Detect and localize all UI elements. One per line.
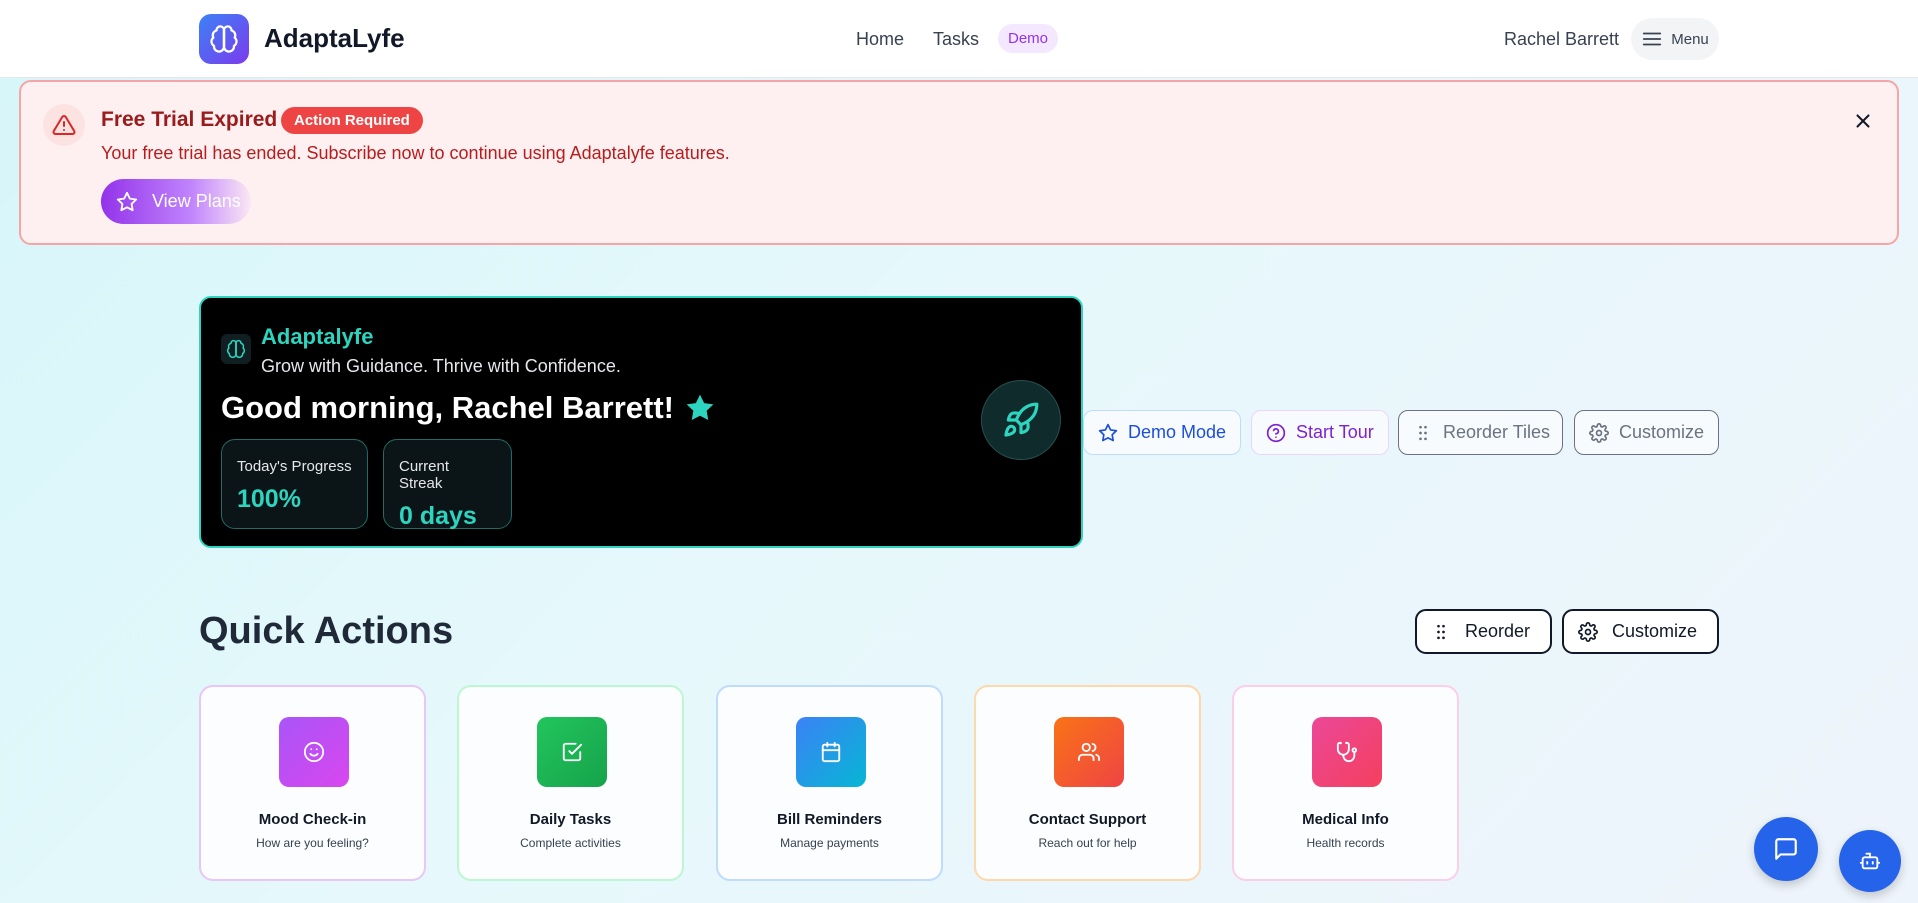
greeting-text: Good morning, Rachel Barrett! — [221, 390, 674, 425]
card-subtitle: Complete activities — [520, 836, 621, 850]
card-title: Bill Reminders — [776, 811, 883, 828]
welcome-hero-card: Adaptalyfe Grow with Guidance. Thrive wi… — [199, 296, 1083, 548]
rocket-icon — [981, 380, 1061, 460]
demo-mode-label: Demo Mode — [1128, 422, 1227, 442]
assistant-bot-button[interactable] — [1839, 830, 1901, 892]
action-required-badge: Action Required — [281, 107, 423, 134]
view-plans-button[interactable]: View Plans — [101, 179, 251, 224]
close-icon[interactable] — [1852, 110, 1876, 134]
card-daily-tasks[interactable]: Daily Tasks Complete activities — [457, 685, 684, 881]
hamburger-icon — [1643, 32, 1662, 46]
card-title: Contact Support — [1028, 811, 1147, 828]
demo-mode-button[interactable]: Demo Mode — [1083, 410, 1241, 455]
current-streak-stat: Current Streak 0 days — [383, 439, 512, 530]
reorder-tiles-label: Reorder Tiles — [1443, 422, 1551, 442]
stat-value: 100% — [237, 485, 301, 513]
brand-name[interactable]: AdaptaLyfe — [264, 23, 405, 54]
stat-label: Today's Progress — [237, 458, 352, 475]
card-subtitle: How are you feeling? — [256, 836, 369, 850]
hero-brand: Adaptalyfe — [261, 324, 374, 349]
user-name[interactable]: Rachel Barrett — [1504, 29, 1619, 50]
menu-button[interactable]: Menu — [1631, 18, 1719, 60]
card-contact-support[interactable]: Contact Support Reach out for help — [974, 685, 1201, 881]
gear-icon — [1589, 422, 1609, 443]
gear-icon — [1578, 621, 1598, 642]
grip-icon — [1437, 624, 1445, 639]
card-medical-info[interactable]: Medical Info Health records — [1232, 685, 1459, 881]
start-tour-label: Start Tour — [1296, 422, 1374, 442]
customize-button[interactable]: Customize — [1574, 410, 1719, 455]
card-bill-reminders[interactable]: Bill Reminders Manage payments — [716, 685, 943, 881]
warning-icon — [43, 104, 85, 146]
card-mood-checkin[interactable]: Mood Check-in How are you feeling? — [199, 685, 426, 881]
reorder-label: Reorder — [1465, 621, 1531, 641]
customize-button[interactable]: Customize — [1562, 609, 1719, 654]
brain-logo-icon — [221, 334, 251, 364]
view-plans-label: View Plans — [152, 191, 241, 211]
customize-label: Customize — [1612, 621, 1698, 641]
nav-home[interactable]: Home — [856, 29, 904, 50]
trial-expired-alert: Free Trial Expired Action Required Your … — [19, 80, 1899, 245]
alert-message: Your free trial has ended. Subscribe now… — [101, 143, 730, 163]
card-title: Daily Tasks — [529, 811, 612, 828]
greeting: Good morning, Rachel Barrett! — [221, 390, 716, 426]
stat-value: 0 days — [399, 502, 477, 530]
top-header: AdaptaLyfe Home Tasks Demo Rachel Barret… — [0, 0, 1918, 78]
card-subtitle: Health records — [1306, 836, 1385, 850]
reorder-tiles-button[interactable]: Reorder Tiles — [1398, 410, 1563, 455]
check-square-icon — [537, 717, 607, 787]
brain-logo-icon[interactable] — [199, 14, 249, 64]
star-icon — [686, 394, 714, 420]
card-subtitle: Reach out for help — [1038, 836, 1137, 850]
customize-label: Customize — [1619, 422, 1705, 442]
card-title: Mood Check-in — [258, 811, 367, 828]
card-subtitle: Manage payments — [780, 836, 879, 850]
grip-icon — [1419, 425, 1427, 440]
section-title: Quick Actions — [199, 610, 454, 652]
bot-icon — [1859, 852, 1881, 870]
stat-label: Current Streak — [399, 458, 450, 492]
todays-progress-stat: Today's Progress 100% — [221, 439, 368, 529]
star-icon — [1098, 423, 1118, 441]
star-icon — [116, 191, 138, 211]
message-square-icon — [1775, 838, 1797, 860]
calendar-icon — [796, 717, 866, 787]
reorder-button[interactable]: Reorder — [1415, 609, 1552, 654]
start-tour-button[interactable]: Start Tour — [1251, 410, 1389, 455]
card-title: Medical Info — [1302, 811, 1389, 828]
demo-badge[interactable]: Demo — [998, 24, 1059, 53]
nav-tasks[interactable]: Tasks — [933, 29, 979, 50]
alert-title: Free Trial Expired — [101, 108, 278, 131]
chat-button[interactable] — [1754, 817, 1818, 881]
menu-label: Menu — [1671, 30, 1709, 48]
stethoscope-icon — [1312, 717, 1382, 787]
hero-tagline: Grow with Guidance. Thrive with Confiden… — [261, 356, 621, 376]
help-circle-icon — [1266, 423, 1286, 442]
smile-icon — [279, 717, 349, 787]
users-icon — [1054, 717, 1124, 787]
